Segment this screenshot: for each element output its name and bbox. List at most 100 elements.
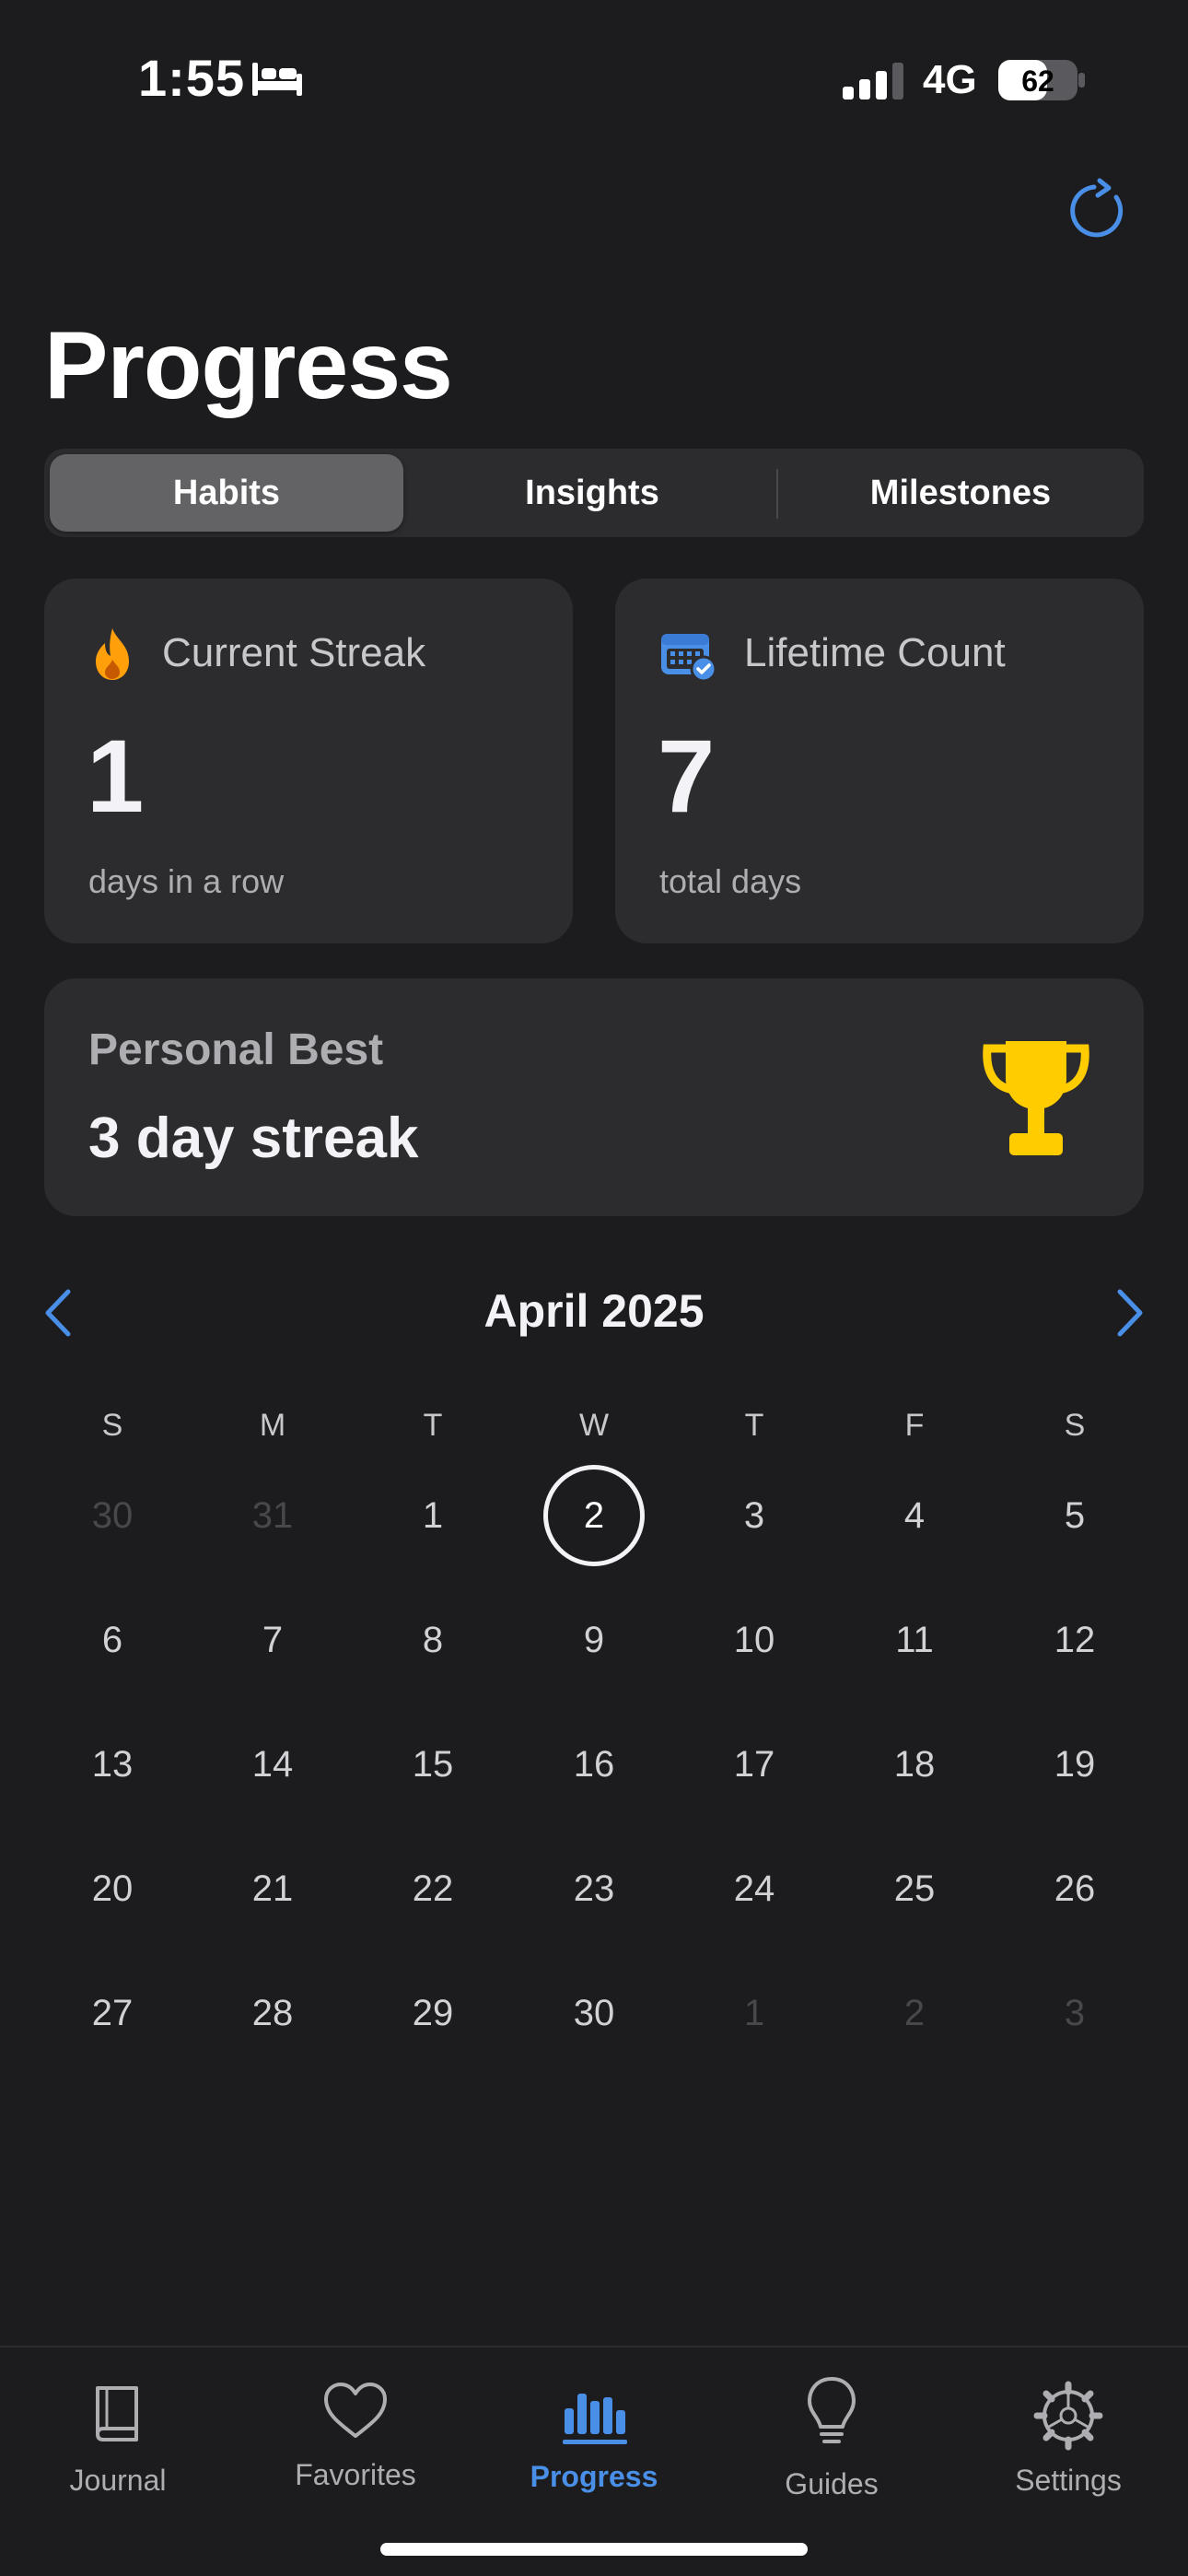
tab-journal[interactable]: Journal [17, 2366, 219, 2513]
calendar-day[interactable]: 8 [378, 1588, 488, 1692]
tab-progress[interactable]: Progress [493, 2366, 695, 2513]
lifetime-count-subtitle: total days [659, 862, 802, 900]
calendar-day-number: 13 [91, 1743, 134, 1785]
calendar-day-today[interactable]: 2 [539, 1464, 649, 1567]
personal-best-card: Personal Best 3 day streak [44, 978, 1144, 1216]
calendar-check-icon [661, 634, 717, 682]
calendar-day[interactable]: 31 [217, 1464, 328, 1567]
calendar-day-number: 30 [91, 1494, 134, 1536]
lifetime-count-label: Lifetime Count [744, 630, 1006, 675]
calendar-day[interactable]: 1 [699, 1961, 809, 2065]
refresh-icon[interactable] [1066, 177, 1133, 243]
weekday-label: T [744, 1408, 764, 1443]
calendar-day[interactable]: 2 [859, 1961, 970, 2065]
calendar-day-number: 12 [1054, 1619, 1096, 1660]
battery-percent: 62 [1021, 64, 1054, 98]
calendar-day-number: 4 [903, 1494, 926, 1536]
calendar-day[interactable]: 18 [859, 1713, 970, 1816]
calendar-day[interactable]: 27 [57, 1961, 168, 2065]
calendar-day-number: 6 [101, 1619, 123, 1660]
calendar-day[interactable]: 6 [57, 1588, 168, 1692]
segment-habits[interactable]: Habits [50, 454, 403, 532]
calendar-day-number: 20 [91, 1868, 134, 1909]
weekday-label: F [904, 1408, 925, 1443]
calendar-day-number: 2 [903, 1992, 926, 2033]
bar-chart-icon [563, 2394, 627, 2444]
weekday-label: M [259, 1408, 286, 1443]
current-streak-subtitle: days in a row [88, 862, 285, 900]
calendar-day-number: 7 [262, 1619, 284, 1660]
battery-icon: 62 [998, 60, 1085, 100]
calendar-day[interactable]: 1 [378, 1464, 488, 1567]
calendar-day[interactable]: 24 [699, 1837, 809, 1940]
page-title: Progress [44, 312, 453, 419]
calendar-day-number: 27 [91, 1992, 134, 2033]
calendar-day[interactable]: 29 [378, 1961, 488, 2065]
calendar-day[interactable]: 10 [699, 1588, 809, 1692]
calendar-day[interactable]: 25 [859, 1837, 970, 1940]
calendar-day[interactable]: 12 [1019, 1588, 1130, 1692]
calendar-day[interactable]: 17 [699, 1713, 809, 1816]
segmented-control: Habits Insights Milestones [44, 449, 1144, 537]
calendar-day[interactable]: 21 [217, 1837, 328, 1940]
calendar-day[interactable]: 16 [539, 1713, 649, 1816]
calendar-day[interactable]: 23 [539, 1837, 649, 1940]
calendar-day-number: 14 [251, 1743, 294, 1785]
calendar-day[interactable]: 22 [378, 1837, 488, 1940]
calendar-day[interactable]: 26 [1019, 1837, 1130, 1940]
calendar-day-number: 19 [1054, 1743, 1096, 1785]
calendar-day[interactable]: 9 [539, 1588, 649, 1692]
weekday-label: S [1064, 1408, 1086, 1443]
weekday-label: T [423, 1408, 443, 1443]
calendar-day[interactable]: 28 [217, 1961, 328, 2065]
weekday-label: W [578, 1408, 610, 1443]
calendar-day[interactable]: 11 [859, 1588, 970, 1692]
calendar-day-number: 1 [743, 1992, 765, 2033]
calendar-day[interactable]: 4 [859, 1464, 970, 1567]
calendar-day-number: 25 [893, 1868, 936, 1909]
calendar-day[interactable]: 20 [57, 1837, 168, 1940]
lightbulb-icon [808, 2377, 856, 2443]
tab-favorites[interactable]: Favorites [254, 2366, 457, 2513]
tab-label: Guides [785, 2467, 879, 2500]
segment-insights[interactable]: Insights [413, 454, 772, 532]
calendar-day-number: 8 [422, 1619, 444, 1660]
calendar-day-number: 11 [895, 1619, 934, 1660]
calendar-day-number: 30 [573, 1992, 615, 2033]
status-bar: 1:55 4G 62 [0, 0, 1188, 157]
calendar-day[interactable]: 13 [57, 1713, 168, 1816]
home-indicator[interactable] [380, 2543, 808, 2556]
calendar-day-number: 17 [733, 1743, 775, 1785]
calendar-day-number: 3 [743, 1494, 765, 1536]
network-type: 4G [923, 57, 977, 102]
lifetime-count-value: 7 [658, 719, 716, 834]
tab-bar: Journal Favorites Progress Guides Settin… [0, 2346, 1188, 2576]
calendar-day-number: 2 [543, 1465, 645, 1566]
calendar-day-number: 15 [412, 1743, 454, 1785]
tab-label: Settings [1015, 2464, 1122, 2497]
calendar-day[interactable]: 30 [539, 1961, 649, 2065]
calendar-day[interactable]: 7 [217, 1588, 328, 1692]
calendar-day-number: 10 [733, 1619, 775, 1660]
tab-guides[interactable]: Guides [730, 2366, 933, 2513]
weekday-label: S [101, 1408, 123, 1443]
current-streak-label: Current Streak [162, 630, 426, 675]
calendar-day-number: 5 [1064, 1494, 1086, 1536]
calendar-day[interactable]: 19 [1019, 1713, 1130, 1816]
segment-milestones[interactable]: Milestones [781, 454, 1140, 532]
calendar-day[interactable]: 3 [1019, 1961, 1130, 2065]
calendar-day[interactable]: 14 [217, 1713, 328, 1816]
calendar-day-number: 23 [573, 1868, 615, 1909]
calendar-day[interactable]: 5 [1019, 1464, 1130, 1567]
tab-settings[interactable]: Settings [967, 2366, 1170, 2513]
chevron-right-icon[interactable] [1111, 1288, 1147, 1338]
calendar-day[interactable]: 15 [378, 1713, 488, 1816]
calendar-day-number: 1 [422, 1494, 444, 1536]
calendar-day[interactable]: 3 [699, 1464, 809, 1567]
calendar-day-number: 26 [1054, 1868, 1096, 1909]
flame-icon [96, 628, 129, 680]
calendar-day-number: 16 [573, 1743, 615, 1785]
calendar-day-number: 29 [412, 1992, 454, 2033]
calendar-day-number: 24 [733, 1868, 775, 1909]
calendar-day[interactable]: 30 [57, 1464, 168, 1567]
